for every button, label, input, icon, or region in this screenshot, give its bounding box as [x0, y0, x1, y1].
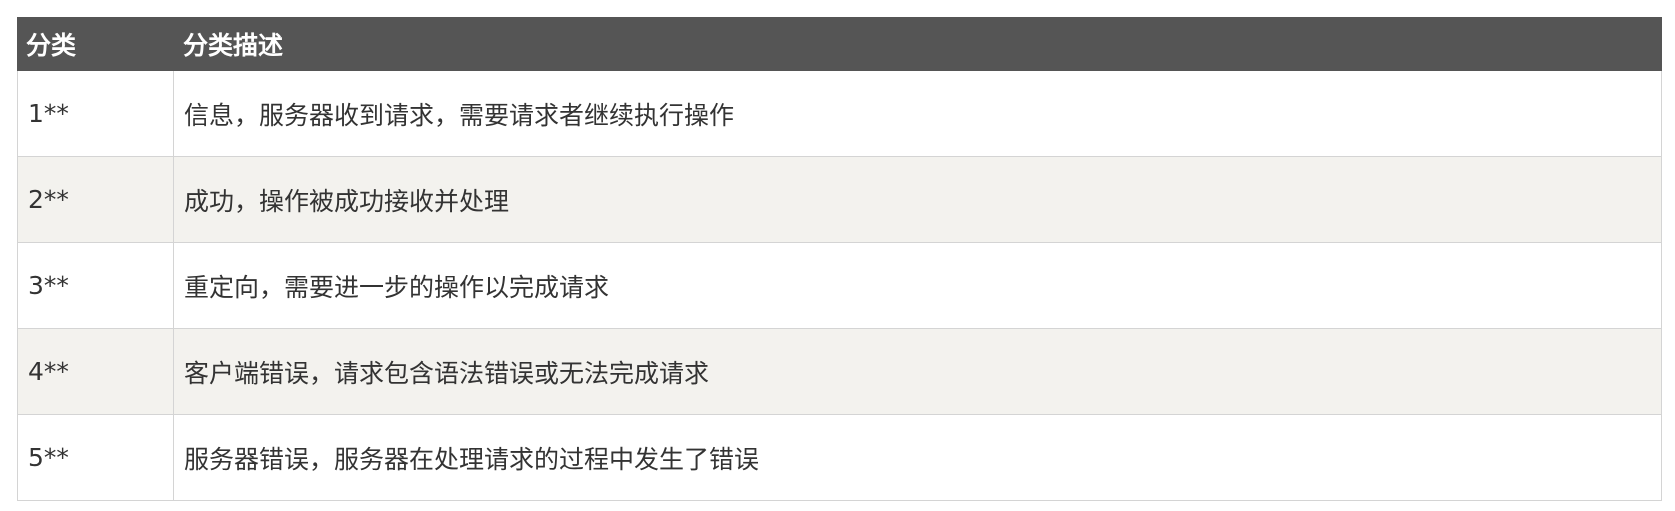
table-row: 1** 信息，服务器收到请求，需要请求者继续执行操作	[17, 70, 1662, 157]
table-body: 1** 信息，服务器收到请求，需要请求者继续执行操作 2** 成功，操作被成功接…	[17, 70, 1662, 501]
description-cell: 信息，服务器收到请求，需要请求者继续执行操作	[173, 70, 1662, 157]
category-cell: 1**	[17, 70, 174, 157]
status-code-table: 分类 分类描述 1** 信息，服务器收到请求，需要请求者继续执行操作 2** 成…	[17, 17, 1662, 501]
status-code-table-container: 分类 分类描述 1** 信息，服务器收到请求，需要请求者继续执行操作 2** 成…	[17, 17, 1662, 501]
header-row: 分类 分类描述	[17, 17, 1662, 71]
category-cell: 4**	[17, 328, 174, 415]
category-cell: 5**	[17, 414, 174, 501]
column-header-category: 分类	[17, 17, 174, 71]
table-row: 2** 成功，操作被成功接收并处理	[17, 156, 1662, 243]
table-row: 5** 服务器错误，服务器在处理请求的过程中发生了错误	[17, 414, 1662, 501]
table-row: 4** 客户端错误，请求包含语法错误或无法完成请求	[17, 328, 1662, 415]
table-header: 分类 分类描述	[17, 17, 1662, 71]
table-row: 3** 重定向，需要进一步的操作以完成请求	[17, 242, 1662, 329]
category-cell: 3**	[17, 242, 174, 329]
description-cell: 客户端错误，请求包含语法错误或无法完成请求	[173, 328, 1662, 415]
category-cell: 2**	[17, 156, 174, 243]
column-header-description: 分类描述	[173, 17, 1662, 71]
description-cell: 服务器错误，服务器在处理请求的过程中发生了错误	[173, 414, 1662, 501]
description-cell: 重定向，需要进一步的操作以完成请求	[173, 242, 1662, 329]
description-cell: 成功，操作被成功接收并处理	[173, 156, 1662, 243]
